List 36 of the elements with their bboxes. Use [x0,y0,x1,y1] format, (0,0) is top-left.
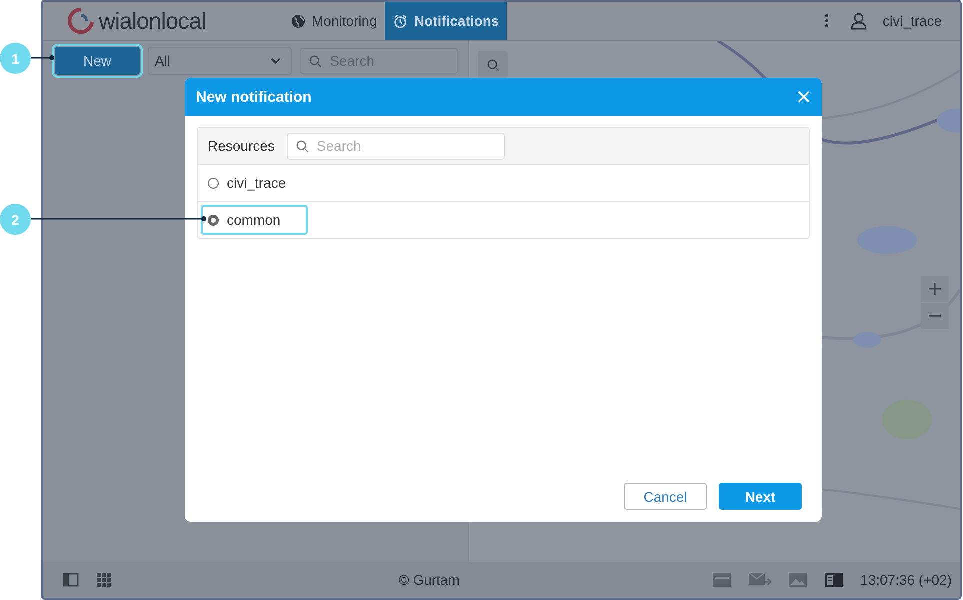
search-icon [309,55,322,68]
map-search-button[interactable] [478,51,508,79]
more-menu-icon[interactable] [824,14,829,28]
resource-option[interactable]: civi_trace [201,168,308,198]
search-icon [486,58,500,72]
globe-icon [291,14,306,28]
callout-badge: 1 [0,43,31,74]
image-icon[interactable] [788,573,807,587]
alarm-clock-icon [393,14,408,28]
new-button[interactable]: New [55,47,140,75]
grid-icon[interactable] [97,573,111,587]
user-name[interactable]: civi_trace [882,13,942,29]
callout-badge: 2 [0,204,31,235]
copyright-text: © Gurtam [399,572,460,588]
cancel-button[interactable]: Cancel [624,483,707,510]
card-icon[interactable] [712,573,731,587]
zoom-in-button[interactable] [921,276,949,302]
logo-icon [67,7,95,35]
column-header: Resources [208,138,275,154]
clock-text: 13:07:36 (+02) [860,572,952,588]
user-icon[interactable] [850,12,867,30]
mail-icon[interactable] [748,573,771,587]
filter-dropdown[interactable]: All [148,47,292,75]
close-icon[interactable] [796,89,812,105]
leader-line [31,55,55,61]
panel-toggle-icon[interactable] [63,573,79,587]
nav-tab[interactable]: Monitoring [283,2,386,40]
next-button[interactable]: Next [719,483,802,510]
layout-icon[interactable] [824,573,843,587]
nav-tab[interactable]: Notifications [385,2,508,40]
resource-option[interactable]: common [201,205,308,235]
logo-text: wialonlocal [99,8,206,34]
zoom-out-button[interactable] [921,303,949,329]
dialog-title: New notification [196,88,312,106]
plus-icon [929,283,941,295]
chevron-down-icon [271,58,282,64]
